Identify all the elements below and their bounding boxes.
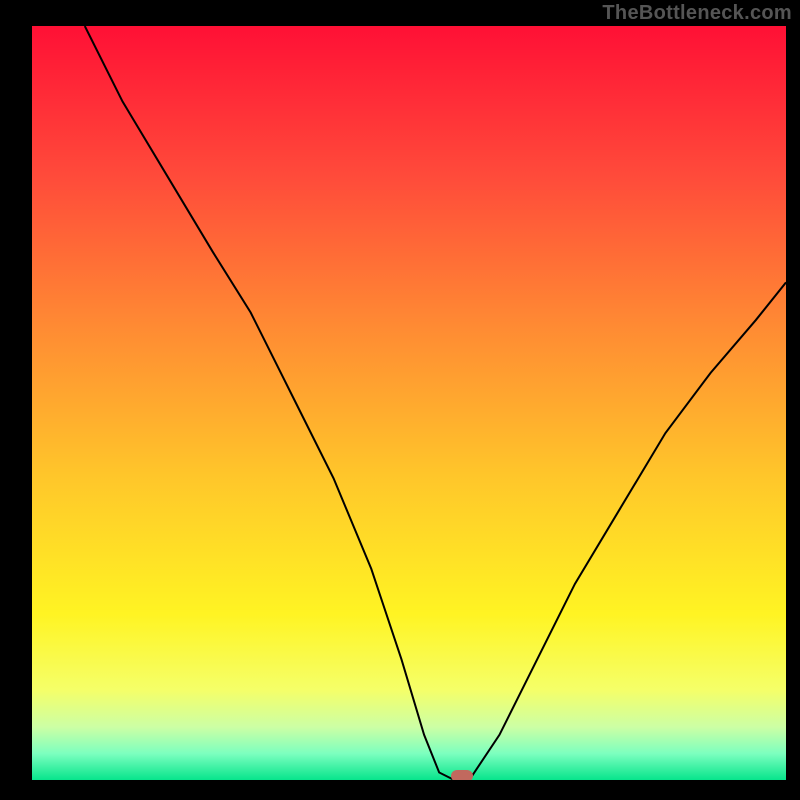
optimum-marker bbox=[451, 770, 473, 780]
bottleneck-curve bbox=[32, 26, 786, 780]
chart-frame: TheBottleneck.com bbox=[0, 0, 800, 800]
watermark-text: TheBottleneck.com bbox=[602, 2, 792, 25]
plot-area bbox=[32, 26, 786, 780]
